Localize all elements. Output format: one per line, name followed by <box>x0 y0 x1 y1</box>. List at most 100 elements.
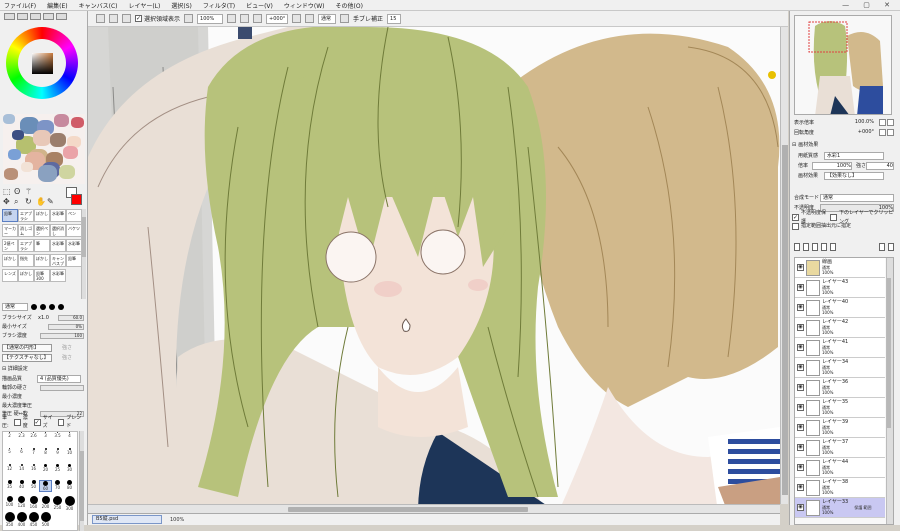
protect-opacity-checkbox[interactable]: ✓ <box>792 214 799 221</box>
pressure-density-checkbox[interactable] <box>14 418 21 426</box>
layer-row[interactable]: ◉ レイヤー41 通常 100% <box>795 338 885 358</box>
layer-row[interactable]: ◉ レイヤー40 通常 100% <box>795 298 885 318</box>
canvas-vertical-scrollbar[interactable] <box>780 27 788 504</box>
layer-row[interactable]: ◉ レイヤー36 通常 100% <box>795 378 885 398</box>
min-size-slider[interactable]: 0% <box>48 324 84 330</box>
menu-other[interactable]: その他(O) <box>336 1 363 10</box>
tip-shape-icon[interactable] <box>58 304 64 310</box>
menu-window[interactable]: ウィンドウ(W) <box>284 1 325 10</box>
layer-folder[interactable]: ◉ 線画 通常 100% <box>795 258 885 278</box>
hsv-mode-icon[interactable] <box>30 13 41 20</box>
brush-size-preset[interactable]: 30 <box>63 464 76 472</box>
density-slider[interactable]: 100 <box>40 333 84 339</box>
scratchpad-swatch[interactable] <box>12 130 24 140</box>
brush-size-preset[interactable]: 4 <box>63 432 76 438</box>
brush-tool-item[interactable]: キャンバスブラシ <box>50 254 66 267</box>
brush-size-slider[interactable]: 60.0 <box>58 315 84 321</box>
visibility-eye-icon[interactable]: ◉ <box>797 264 804 271</box>
visibility-eye-icon[interactable]: ◉ <box>797 364 804 371</box>
copy-layer-icon[interactable] <box>821 243 827 251</box>
tip-shape-icon[interactable] <box>31 304 37 310</box>
visibility-eye-icon[interactable]: ◉ <box>797 444 804 451</box>
new-layer-icon[interactable] <box>794 243 800 251</box>
zoom-in-button[interactable] <box>227 14 237 23</box>
show-selection-checkbox[interactable]: ✓ <box>135 15 142 22</box>
brush-tool-item[interactable]: 鉛筆 <box>66 254 82 267</box>
visibility-eye-icon[interactable]: ◉ <box>797 504 804 511</box>
palette-mode-icon[interactable] <box>43 13 54 20</box>
brush-texture-button[interactable]: 【テクスチャなし】 <box>2 354 52 362</box>
scratchpad-swatch[interactable] <box>38 165 57 182</box>
scratchpad-swatch[interactable] <box>59 165 75 179</box>
brush-tool-item[interactable]: ペン <box>66 209 82 222</box>
scratchpad-swatch[interactable] <box>71 117 84 128</box>
brush-tool-item[interactable]: ぼかし <box>34 254 50 267</box>
color-wheel[interactable] <box>6 27 78 99</box>
rect-select-icon[interactable]: ⬚ <box>3 187 11 196</box>
rotate-right-button[interactable] <box>292 14 302 23</box>
menu-canvas[interactable]: キャンバス(C) <box>79 1 118 10</box>
edge-row[interactable]: 輪郭の硬さ <box>2 384 84 392</box>
brush-tool-item[interactable]: マーカー <box>2 224 18 237</box>
tip-shape-icon[interactable] <box>49 304 55 310</box>
scale-field[interactable]: 100% <box>812 162 852 170</box>
layer-list-scrollbar[interactable] <box>886 258 893 524</box>
brush-tool-item[interactable]: エアブラシ <box>18 239 34 252</box>
clipping-checkbox[interactable] <box>830 214 837 221</box>
toolbar-button-2[interactable] <box>109 14 118 23</box>
brush-tool-item[interactable]: 選択消し <box>50 224 66 237</box>
visibility-eye-icon[interactable]: ◉ <box>797 384 804 391</box>
brush-tool-item[interactable]: バケツ <box>66 224 82 237</box>
brush-size-scrollbar[interactable] <box>79 431 84 531</box>
min-size-row[interactable]: 最小サイズ 0% <box>2 323 84 331</box>
clear-layer-icon[interactable] <box>888 243 894 251</box>
zoom-reset-button[interactable] <box>240 14 250 23</box>
eyedropper-icon[interactable]: ✎ <box>47 197 54 206</box>
visibility-eye-icon[interactable]: ◉ <box>797 484 804 491</box>
detail-settings-header[interactable]: ⊟ 詳細設定 <box>2 365 84 373</box>
merge-down-icon[interactable] <box>879 243 885 251</box>
rotate-left-button[interactable] <box>253 14 263 23</box>
brush-tool-item[interactable]: 水彩筆 <box>50 239 66 252</box>
scratchpad-mode-icon[interactable] <box>56 13 67 20</box>
scratchpad-swatch[interactable] <box>50 133 66 147</box>
effect-select[interactable]: 【効果なし】 <box>824 172 884 180</box>
magic-wand-icon[interactable]: ⚚ <box>25 187 32 196</box>
brush-size-row[interactable]: ブラシサイズ x1.0 60.0 <box>2 314 84 322</box>
brush-tool-item[interactable]: エアブラシ <box>18 209 34 222</box>
mode-field[interactable]: 通常 <box>318 13 337 24</box>
zoom-minus-button[interactable] <box>879 118 886 126</box>
brush-tool-item[interactable]: 筆 <box>34 239 50 252</box>
visibility-eye-icon[interactable]: ◉ <box>797 464 804 471</box>
strength-field[interactable]: 40 <box>866 162 894 170</box>
stabilizer-button[interactable] <box>340 14 350 23</box>
scratchpad-swatch[interactable] <box>3 114 15 124</box>
scratchpad-swatch[interactable] <box>33 130 51 146</box>
blend-mode-select[interactable]: 通常 <box>820 194 894 202</box>
brush-size-preset[interactable]: 10 <box>63 448 76 455</box>
zoom-plus-button[interactable] <box>887 118 894 126</box>
scratchpad-swatch[interactable] <box>8 149 21 160</box>
tip-shape-icon[interactable] <box>40 304 46 310</box>
quality-row[interactable]: 描画品質 4 (品質優先) <box>2 375 84 383</box>
visibility-eye-icon[interactable]: ◉ <box>797 404 804 411</box>
layer-effects-header[interactable]: ⊟ 画材効果 <box>792 141 898 150</box>
layer-row[interactable]: ◉ レイヤー37 通常 100% <box>795 438 885 458</box>
menu-filter[interactable]: フィルタ(T) <box>203 1 235 10</box>
saturation-value-square[interactable] <box>32 53 53 74</box>
toolbar-button-1[interactable] <box>96 14 105 23</box>
brush-tool-item[interactable]: 指先 <box>18 254 34 267</box>
max-pressure-row[interactable]: 最大濃度筆圧 <box>2 402 84 410</box>
brush-tool-item[interactable]: 消しゴム <box>18 224 34 237</box>
rotate-ccw-button[interactable] <box>879 128 886 136</box>
brush-tool-item[interactable]: 水彩筆 <box>66 239 82 252</box>
scratchpad-swatches[interactable] <box>3 114 85 184</box>
menu-view[interactable]: ビュー(V) <box>246 1 273 10</box>
min-density-row[interactable]: 最小濃度 <box>2 393 84 401</box>
brush-tool-item[interactable]: 水彩筆 <box>50 269 66 282</box>
visibility-eye-icon[interactable]: ◉ <box>797 284 804 291</box>
pressure-size-checkbox[interactable]: ✓ <box>33 418 41 426</box>
rotate-icon[interactable]: ↻ <box>25 197 32 206</box>
navigator-angle-value[interactable]: +000° <box>858 129 874 135</box>
brush-size-multiplier[interactable]: x1.0 <box>38 314 49 322</box>
